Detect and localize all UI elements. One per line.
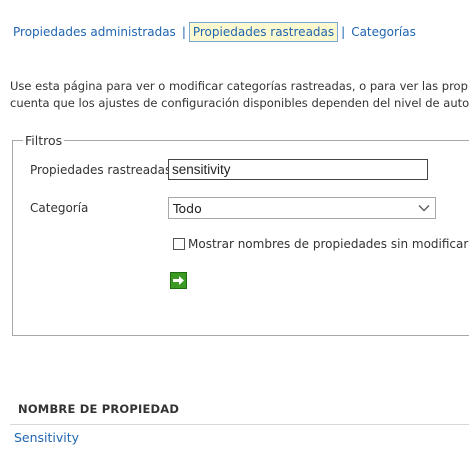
crawled-property-label: Propiedades rastreadas: [30, 163, 172, 177]
navigation-links: Propiedades administradas | Propiedades …: [10, 21, 419, 43]
category-select[interactable]: Todo: [168, 197, 436, 219]
column-header-property-name: NOMBRE DE PROPIEDAD: [18, 402, 180, 416]
nav-link-categories[interactable]: Categorías: [348, 25, 419, 39]
crawled-property-input[interactable]: [168, 159, 428, 180]
description-line-1: Use esta página para ver o modificar cat…: [10, 79, 469, 93]
show-unmodified-checkbox[interactable]: [173, 238, 185, 250]
description-line-2: cuenta que los ajustes de configuración …: [10, 96, 469, 110]
category-label: Categoría: [30, 201, 89, 215]
show-unmodified-row: Mostrar nombres de propiedades sin modif…: [173, 237, 468, 251]
apply-filter-button[interactable]: [170, 272, 187, 289]
category-selected-value: Todo: [173, 200, 202, 216]
header-divider: [10, 424, 469, 425]
nav-link-crawled-properties[interactable]: Propiedades rastreadas: [188, 22, 339, 42]
chevron-down-icon: [418, 205, 430, 212]
filters-legend: Filtros: [25, 133, 63, 148]
property-link-sensitivity[interactable]: Sensitivity: [14, 430, 79, 445]
nav-separator: |: [341, 25, 346, 39]
page-description: Use esta página para ver o modificar cat…: [10, 78, 469, 112]
nav-link-managed-properties[interactable]: Propiedades administradas: [10, 25, 179, 39]
nav-separator: |: [181, 25, 186, 39]
show-unmodified-label: Mostrar nombres de propiedades sin modif…: [188, 237, 469, 251]
